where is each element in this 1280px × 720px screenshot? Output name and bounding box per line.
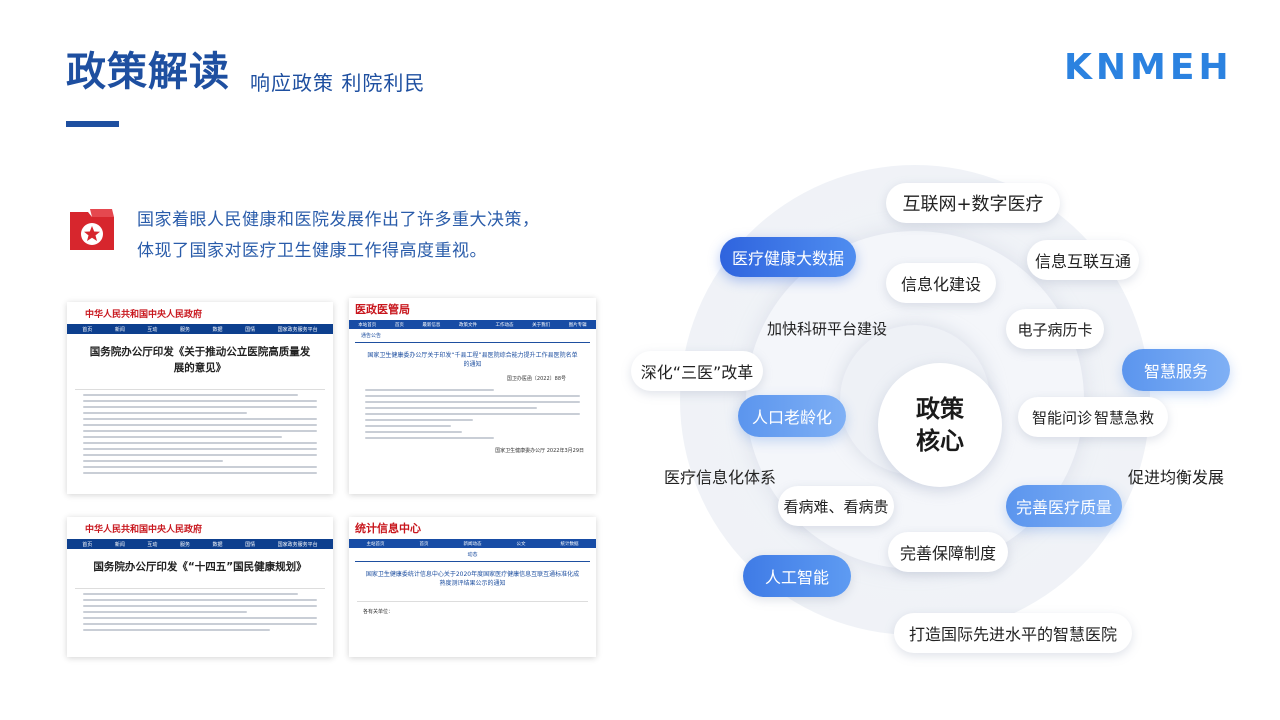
- doc-nav-item: 数据: [212, 326, 223, 333]
- doc-nav: 主站首页 首页 新闻动态 公文 统计数据: [349, 539, 596, 548]
- core-line-1: 政策: [916, 395, 964, 423]
- doc-section: 通告公告: [355, 329, 590, 343]
- doc-title: 国务院办公厅印发《关于推动公立医院高质量发展的意见》: [89, 346, 311, 374]
- page-subtitle: 响应政策 利院利民: [250, 71, 426, 95]
- doc-header: 中华人民共和国中央人民政府: [67, 517, 333, 539]
- doc-body-lines: [365, 389, 580, 439]
- doc-body-lines: [83, 593, 317, 631]
- doc-greeting: 各有关单位：: [363, 609, 394, 615]
- doc-site-name: 统计信息中心: [355, 522, 421, 535]
- doc-nav-item: 互动: [147, 541, 158, 548]
- policy-core: 政策 核心: [878, 363, 1002, 487]
- doc-section-label: 动态: [467, 552, 478, 558]
- doc-site-name: 中华人民共和国中央人民政府: [85, 309, 203, 320]
- tag-aging-population: 人口老龄化: [738, 395, 846, 437]
- doc-meta-divider: [75, 380, 325, 390]
- doc-nav-item: 主站首页: [366, 541, 385, 547]
- brand-logo: KNMEH: [1064, 47, 1233, 88]
- tag-smart-consult: 智能问诊: [1032, 408, 1093, 427]
- tag-smart-service: 智慧服务: [1122, 349, 1230, 391]
- doc-nav-item: 政策文件: [458, 322, 477, 328]
- doc-nav: 首页 新闻 互动 服务 数据 国情 国家政务服务平台: [67, 539, 333, 549]
- doc-ref: 国卫办医函〔2022〕88号: [506, 376, 566, 382]
- document-thumbnail-4: 统计信息中心 主站首页 首页 新闻动态 公文 统计数据 动态 国家卫生健康委统计…: [349, 517, 596, 657]
- doc-nav-item: 工作动态: [495, 322, 514, 328]
- doc-meta-divider: [75, 579, 325, 589]
- doc-nav-item: 关于我们: [532, 322, 551, 328]
- intro-text: 国家着眼人民健康和医院发展作出了许多重大决策， 体现了国家对医疗卫生健康工作得高…: [137, 205, 540, 267]
- doc-nav-item: 服务: [179, 326, 190, 333]
- document-thumbnail-2: 医政医管局 本站首页 首页 最新信息 政策文件 工作动态 关于我们 图片专辑 通…: [349, 298, 596, 494]
- doc-nav: 本站首页 首页 最新信息 政策文件 工作动态 关于我们 图片专辑: [349, 320, 596, 329]
- tag-hard-costly-care: 看病难、看病贵: [778, 486, 894, 526]
- title-underline: [66, 121, 119, 127]
- tag-balanced-development: 促进均衡发展: [1128, 468, 1225, 487]
- star-folder-icon: [70, 209, 114, 250]
- doc-nav-item: 图片专辑: [568, 322, 587, 328]
- tag-medical-quality: 完善医疗质量: [1006, 485, 1122, 527]
- doc-section: 动态: [355, 548, 590, 562]
- document-thumbnail-1: 中华人民共和国中央人民政府 首页 新闻 互动 服务 数据 国情 国家政务服务平台…: [67, 302, 333, 494]
- doc-site-name: 中华人民共和国中央人民政府: [85, 524, 203, 535]
- doc-nav-item: 新闻: [114, 326, 125, 333]
- tag-smart-consult-rescue: 智能问诊 智慧急救: [1018, 397, 1168, 437]
- doc-section-label: 通告公告: [361, 333, 382, 339]
- doc-nav-item: 统计数据: [560, 541, 579, 547]
- tag-internet-medical: 互联网+数字医疗: [886, 183, 1060, 223]
- doc-nav-item: 国家政务服务平台: [277, 541, 318, 548]
- doc-nav-item: 公文: [516, 541, 526, 547]
- doc-nav-item: 首页: [394, 322, 404, 328]
- doc-title: 国家卫生健康委统计信息中心关于2020年度国家医疗健康信息互联互通标准化成熟度测…: [365, 571, 580, 587]
- doc-nav-item: 服务: [179, 541, 190, 548]
- doc-site-name: 医政医管局: [355, 303, 410, 316]
- doc-title: 国家卫生健康委办公厅关于印发“千县工程”县医院综合能力提升工作县医院名单的通知: [367, 352, 578, 368]
- doc-nav-item: 首页: [82, 326, 93, 333]
- tag-smart-rescue: 智慧急救: [1093, 408, 1154, 427]
- tag-health-bigdata: 医疗健康大数据: [720, 237, 856, 277]
- doc-header: 中华人民共和国中央人民政府: [67, 302, 333, 324]
- doc-meta-divider: [357, 592, 588, 602]
- tag-emr: 电子病历卡: [1006, 309, 1104, 349]
- tag-info-exchange: 信息互联互通: [1027, 240, 1139, 280]
- doc-nav-item: 最新信息: [422, 322, 441, 328]
- doc-body-lines: [83, 394, 317, 474]
- intro-line-2: 体现了国家对医疗卫生健康工作得高度重视。: [137, 241, 487, 261]
- doc-nav-item: 新闻动态: [463, 541, 482, 547]
- doc-nav-item: 首页: [419, 541, 429, 547]
- tag-medical-info-system: 医疗信息化体系: [664, 468, 777, 487]
- doc-nav-item: 国情: [245, 541, 256, 548]
- doc-nav-item: 新闻: [114, 541, 125, 548]
- doc-nav-item: 国家政务服务平台: [277, 326, 318, 333]
- core-line-2: 核心: [916, 427, 964, 455]
- doc-title: 国务院办公厅印发《“十四五”国民健康规划》: [93, 561, 307, 573]
- intro-line-1: 国家着眼人民健康和医院发展作出了许多重大决策，: [137, 210, 540, 230]
- tag-ai: 人工智能: [743, 555, 851, 597]
- doc-nav: 首页 新闻 互动 服务 数据 国情 国家政务服务平台: [67, 324, 333, 334]
- tag-three-medical-reform: 深化“三医”改革: [631, 351, 763, 391]
- tag-research-platform: 加快科研平台建设: [767, 319, 888, 338]
- tag-smart-hospital: 打造国际先进水平的智慧医院: [894, 613, 1132, 653]
- page-title: 政策解读: [66, 49, 230, 95]
- doc-date: 国家卫生健康委办公厅 2022年3月29日: [495, 448, 584, 454]
- doc-nav-item: 数据: [212, 541, 223, 548]
- doc-nav-item: 国情: [245, 326, 256, 333]
- tag-security-system: 完善保障制度: [888, 532, 1008, 572]
- tag-info-construction: 信息化建设: [886, 263, 996, 303]
- document-thumbnail-3: 中华人民共和国中央人民政府 首页 新闻 互动 服务 数据 国情 国家政务服务平台…: [67, 517, 333, 657]
- doc-nav-item: 首页: [82, 541, 93, 548]
- doc-nav-item: 互动: [147, 326, 158, 333]
- doc-nav-item: 本站首页: [358, 322, 377, 328]
